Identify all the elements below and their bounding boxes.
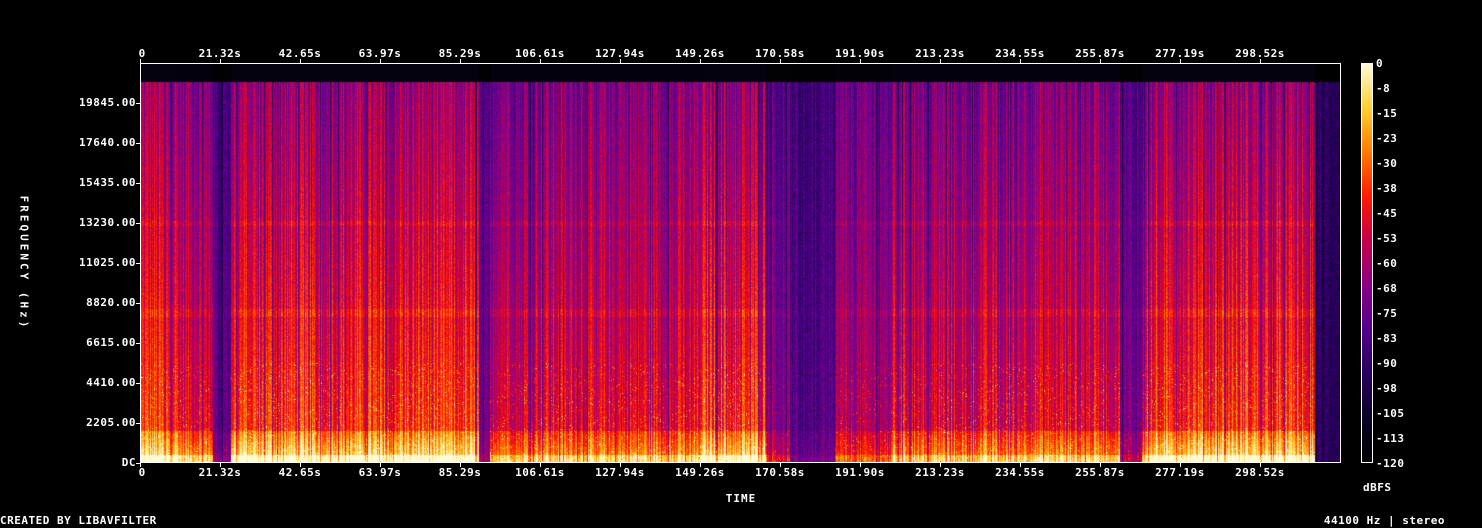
colorbar-tick-label: -120 <box>1376 457 1405 470</box>
x-tick-mark-bottom <box>780 463 781 467</box>
colorbar-tick-label: -8 <box>1376 82 1391 95</box>
x-tick-mark-bottom <box>700 463 701 467</box>
x-tick-label-bottom: 277.19s <box>1155 466 1205 479</box>
x-tick-mark-bottom <box>1020 463 1021 467</box>
y-tick-label: DC <box>121 456 136 469</box>
x-tick-mark-bottom <box>140 463 141 467</box>
x-tick-mark-bottom <box>940 463 941 467</box>
y-tick-label: 2205.00 <box>86 416 136 429</box>
x-tick-mark-top <box>540 59 541 63</box>
colorbar-tick-label: -68 <box>1376 282 1398 295</box>
y-tick-label: 6615.00 <box>86 336 136 349</box>
x-tick-mark-top <box>1020 59 1021 63</box>
colorbar-tick-label: -45 <box>1376 207 1398 220</box>
x-tick-mark-bottom <box>1260 463 1261 467</box>
x-tick-label-bottom: 42.65s <box>278 466 322 479</box>
colorbar-label: dBFS <box>1363 481 1392 494</box>
footer-credit: CREATED BY LIBAVFILTER <box>0 514 157 527</box>
x-tick-mark-top <box>300 59 301 63</box>
x-tick-label-bottom: 85.29s <box>438 466 482 479</box>
colorbar-tick-label: -60 <box>1376 257 1398 270</box>
x-tick-mark-bottom <box>380 463 381 467</box>
x-tick-mark-bottom <box>300 463 301 467</box>
x-tick-label-bottom: 213.23s <box>915 466 965 479</box>
colorbar-tick-label: -113 <box>1376 432 1405 445</box>
x-tick-mark-bottom <box>220 463 221 467</box>
y-tick-label: 19845.00 <box>79 96 136 109</box>
x-tick-mark-top <box>1260 59 1261 63</box>
y-tick-mark <box>136 143 140 144</box>
colorbar-tick-label: -15 <box>1376 107 1398 120</box>
x-tick-mark-bottom <box>860 463 861 467</box>
x-tick-label-bottom: 298.52s <box>1235 466 1285 479</box>
x-tick-mark-top <box>460 59 461 63</box>
x-tick-label-bottom: 21.32s <box>198 466 242 479</box>
x-tick-mark-bottom <box>1180 463 1181 467</box>
x-tick-label-bottom: 255.87s <box>1075 466 1125 479</box>
colorbar-tick-label: -53 <box>1376 232 1398 245</box>
y-tick-label: 8820.00 <box>86 296 136 309</box>
x-tick-label-bottom: 127.94s <box>595 466 645 479</box>
x-tick-label-bottom: 234.55s <box>995 466 1045 479</box>
y-tick-mark <box>136 103 140 104</box>
x-axis-label: TIME <box>725 492 757 505</box>
x-tick-mark-bottom <box>620 463 621 467</box>
x-tick-mark-top <box>1100 59 1101 63</box>
y-axis-label: FREQUENCY (Hz) <box>17 195 31 331</box>
x-tick-label-bottom: 191.90s <box>835 466 885 479</box>
x-tick-mark-bottom <box>460 463 461 467</box>
y-tick-label: 11025.00 <box>79 256 136 269</box>
x-tick-mark-top <box>1180 59 1181 63</box>
x-tick-mark-top <box>940 59 941 63</box>
colorbar-tick-label: -98 <box>1376 382 1398 395</box>
colorbar-tick-label: -23 <box>1376 132 1398 145</box>
footer-info: 44100 Hz | stereo <box>1323 514 1445 527</box>
y-tick-label: 4410.00 <box>86 376 136 389</box>
colorbar-tick-label: -90 <box>1376 357 1398 370</box>
x-tick-label-bottom: 0 <box>138 466 146 479</box>
x-tick-mark-top <box>220 59 221 63</box>
x-tick-mark-top <box>780 59 781 63</box>
y-tick-mark <box>136 263 140 264</box>
spectrogram-heatmap <box>141 64 1340 462</box>
colorbar-tick-label: -75 <box>1376 307 1398 320</box>
x-tick-label-bottom: 63.97s <box>358 466 402 479</box>
x-tick-mark-bottom <box>540 463 541 467</box>
y-tick-mark <box>136 183 140 184</box>
y-tick-mark <box>136 383 140 384</box>
y-tick-mark <box>136 343 140 344</box>
x-tick-mark-top <box>140 59 141 63</box>
x-tick-mark-top <box>620 59 621 63</box>
y-tick-label: 17640.00 <box>79 136 136 149</box>
x-tick-label-bottom: 149.26s <box>675 466 725 479</box>
spectrogram-plot <box>140 63 1341 463</box>
x-tick-label-bottom: 106.61s <box>515 466 565 479</box>
colorbar-tick-label: 0 <box>1376 57 1384 70</box>
x-tick-label-bottom: 170.58s <box>755 466 805 479</box>
y-tick-mark <box>136 223 140 224</box>
y-tick-mark <box>136 463 140 464</box>
x-tick-mark-bottom <box>1100 463 1101 467</box>
y-tick-mark <box>136 303 140 304</box>
x-tick-mark-top <box>380 59 381 63</box>
colorbar-tick-label: -30 <box>1376 157 1398 170</box>
y-tick-label: 15435.00 <box>79 176 136 189</box>
colorbar <box>1361 63 1373 463</box>
colorbar-tick-label: -38 <box>1376 182 1398 195</box>
y-tick-label: 13230.00 <box>79 216 136 229</box>
x-tick-mark-top <box>860 59 861 63</box>
y-tick-mark <box>136 423 140 424</box>
colorbar-tick-label: -83 <box>1376 332 1398 345</box>
x-tick-mark-top <box>700 59 701 63</box>
colorbar-tick-label: -105 <box>1376 407 1405 420</box>
